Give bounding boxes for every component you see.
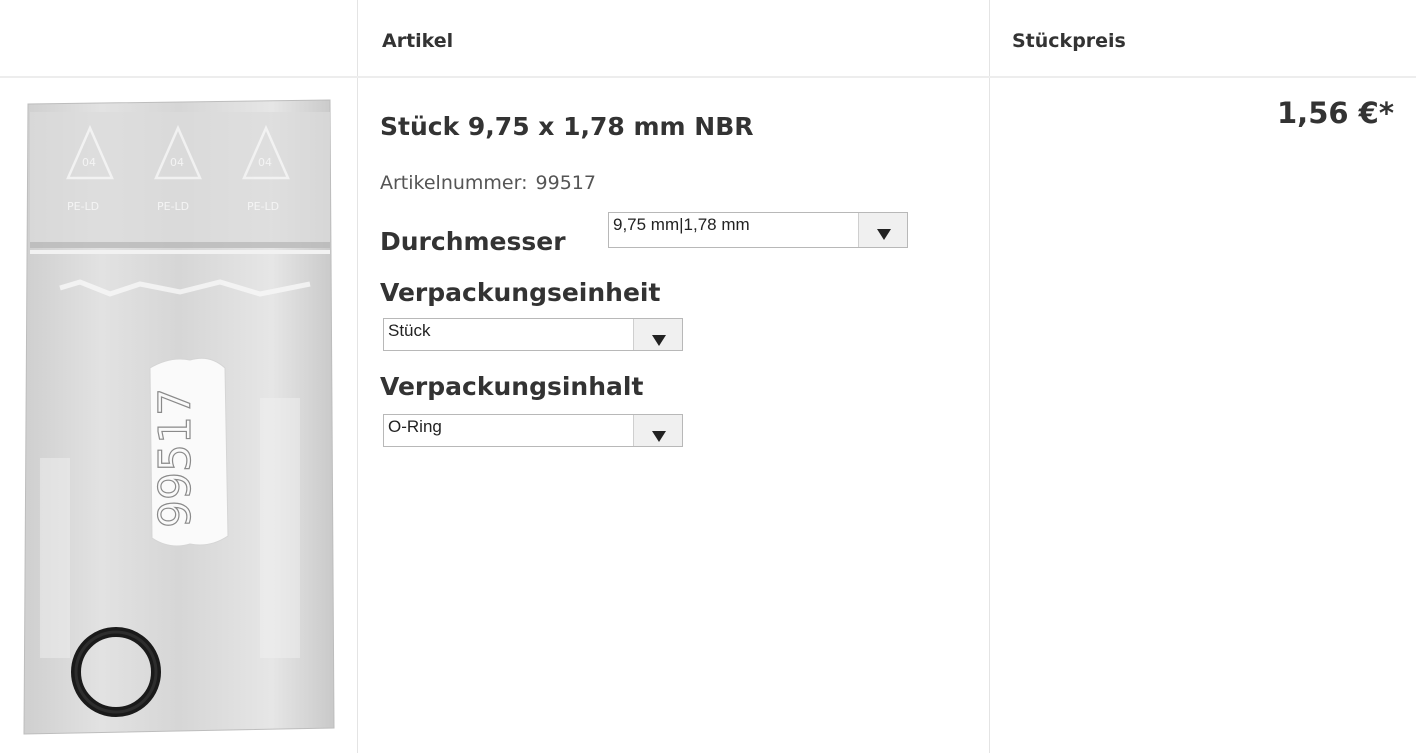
verpackungseinheit-dropdown-button[interactable] [633, 319, 682, 350]
column-divider [357, 0, 358, 753]
column-divider [989, 0, 990, 753]
durchmesser-dropdown-button[interactable] [858, 213, 907, 247]
durchmesser-select[interactable]: 9,75 mm|1,78 mm [608, 212, 908, 248]
article-number-row: Artikelnummer: 99517 [380, 172, 596, 194]
product-image[interactable]: 04 04 04 PE-LD PE-LD PE-LD 99517 [20, 98, 338, 738]
verpackungsinhalt-select[interactable]: O-Ring [383, 414, 683, 447]
chevron-down-icon [652, 335, 666, 346]
product-title[interactable]: Stück 9,75 x 1,78 mm NBR [380, 112, 754, 141]
chevron-down-icon [652, 431, 666, 442]
verpackungseinheit-select[interactable]: Stück [383, 318, 683, 351]
recycle-code: 04 [258, 156, 272, 169]
verpackungseinheit-selected-value: Stück [388, 321, 431, 340]
bag-print: PE-LD [157, 200, 189, 213]
verpackungsinhalt-dropdown-button[interactable] [633, 415, 682, 446]
option-label-verpackungsinhalt: Verpackungsinhalt [380, 372, 644, 401]
bag-print: PE-LD [247, 200, 279, 213]
durchmesser-selected-value: 9,75 mm|1,78 mm [613, 215, 750, 234]
recycle-code: 04 [82, 156, 96, 169]
option-label-durchmesser: Durchmesser [380, 227, 566, 256]
column-header-stueckpreis: Stückpreis [1012, 30, 1126, 52]
article-number-label: Artikelnummer: [380, 172, 528, 194]
bag-label-text: 99517 [150, 388, 201, 528]
verpackungsinhalt-selected-value: O-Ring [388, 417, 442, 436]
article-number-value: 99517 [535, 172, 596, 194]
header-divider [0, 76, 1416, 78]
option-label-verpackungseinheit: Verpackungseinheit [380, 278, 661, 307]
unit-price: 1,56 €* [1277, 96, 1394, 130]
zip-bag-image: 04 04 04 PE-LD PE-LD PE-LD 99517 [23, 99, 335, 735]
recycle-code: 04 [170, 156, 184, 169]
cart-table: Artikel Stückpreis 04 04 04 PE-LD PE-LD … [0, 0, 1416, 753]
bag-print: PE-LD [67, 200, 99, 213]
chevron-down-icon [877, 229, 891, 240]
column-header-artikel: Artikel [382, 30, 454, 52]
